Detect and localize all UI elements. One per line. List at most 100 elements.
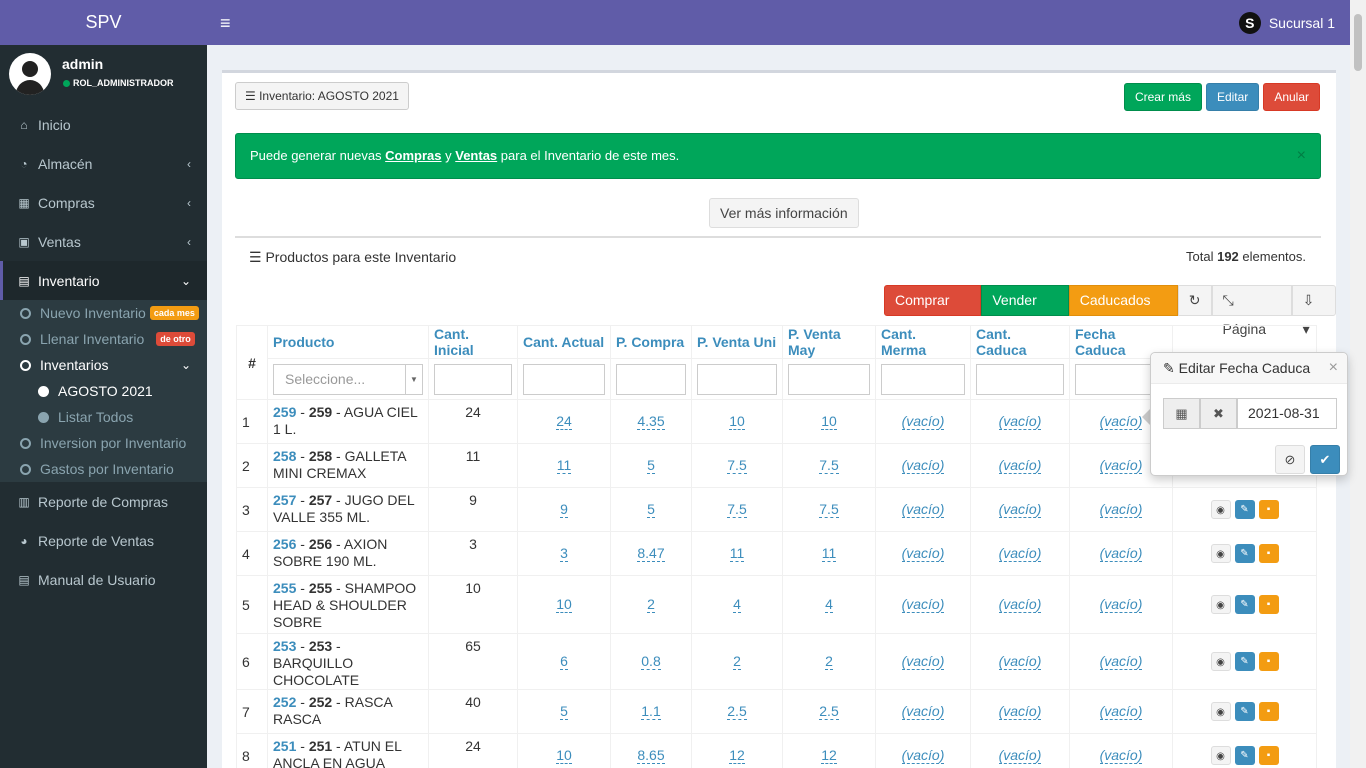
col-cant-actual[interactable]: Cant. Actual xyxy=(517,325,611,359)
sidebar-item-inicio[interactable]: ⌂ Inicio xyxy=(0,105,207,144)
editable-pvu[interactable]: 2 xyxy=(733,654,741,670)
anular-button[interactable]: Anular xyxy=(1263,83,1320,111)
brand-logo[interactable]: SPV xyxy=(0,0,207,45)
compras-link[interactable]: Compras xyxy=(385,148,441,163)
editable-merma[interactable]: (vacío) xyxy=(901,414,945,430)
view-icon[interactable]: ◉ xyxy=(1210,500,1231,519)
edit-icon[interactable]: ✎ xyxy=(1234,746,1255,765)
filter-input[interactable] xyxy=(523,363,605,395)
col-cant-merma[interactable]: Cant. Merma xyxy=(875,325,971,359)
filter-input[interactable] xyxy=(434,363,512,395)
sidebar-item-gastos[interactable]: Gastos por Inventario xyxy=(0,456,207,482)
editable-pvm[interactable]: 7.5 xyxy=(819,458,839,474)
product-link[interactable]: 253 xyxy=(273,638,296,654)
editar-button[interactable]: Editar xyxy=(1205,83,1260,111)
calendar-icon[interactable]: ▦ xyxy=(1163,398,1200,429)
editable-act[interactable]: 10 xyxy=(556,597,572,613)
view-icon[interactable]: ◉ xyxy=(1210,652,1231,671)
edit-icon[interactable]: ✎ xyxy=(1234,595,1255,614)
product-link[interactable]: 251 xyxy=(273,738,296,754)
crear-mas-button[interactable]: Crear más xyxy=(1123,83,1202,111)
sidebar-item-nuevo-inventario[interactable]: Nuevo Inventario cada mes xyxy=(0,300,207,326)
editable-act[interactable]: 3 xyxy=(560,546,568,562)
editable-merma[interactable]: (vacío) xyxy=(901,748,945,764)
editable-merma[interactable]: (vacío) xyxy=(901,546,945,562)
editable-caduca[interactable]: (vacío) xyxy=(998,654,1042,670)
product-link[interactable]: 259 xyxy=(273,404,296,420)
product-link[interactable]: 256 xyxy=(273,536,296,552)
edit-icon[interactable]: ✎ xyxy=(1234,500,1255,519)
editable-pc[interactable]: 5 xyxy=(647,458,655,474)
view-icon[interactable]: ◉ xyxy=(1210,702,1231,721)
producto-filter-select[interactable]: Seleccione... ▼ xyxy=(273,363,423,395)
cart-icon[interactable]: ▪ xyxy=(1258,652,1279,671)
sidebar-item-inventarios[interactable]: Inventarios ⌄ xyxy=(0,352,207,378)
editable-act[interactable]: 5 xyxy=(560,704,568,720)
editable-act[interactable]: 10 xyxy=(556,748,572,764)
editable-pvu[interactable]: 2.5 xyxy=(727,704,747,720)
confirm-button[interactable]: ✔ xyxy=(1310,445,1340,474)
close-icon[interactable]: × xyxy=(1329,359,1338,377)
sidebar-item-manual[interactable]: ▤ Manual de Usuario xyxy=(0,560,207,599)
editable-pvm[interactable]: 7.5 xyxy=(819,502,839,518)
view-icon[interactable]: ◉ xyxy=(1210,544,1231,563)
sidebar-item-ventas[interactable]: ▣ Ventas ‹ xyxy=(0,222,207,261)
editable-fecha[interactable]: (vacío) xyxy=(1099,414,1143,430)
sidebar-item-llenar-inventario[interactable]: Llenar Inventario de otro xyxy=(0,326,207,352)
sidebar-item-reporte-ventas[interactable]: ◕ Reporte de Ventas xyxy=(0,521,207,560)
editable-pc[interactable]: 8.47 xyxy=(637,546,665,562)
edit-icon[interactable]: ✎ xyxy=(1234,544,1255,563)
col-p-compra[interactable]: P. Compra xyxy=(610,325,692,359)
cancel-button[interactable]: ⊘ xyxy=(1275,445,1305,474)
product-link[interactable]: 258 xyxy=(273,448,296,464)
editable-act[interactable]: 9 xyxy=(560,502,568,518)
filter-input[interactable] xyxy=(788,363,870,395)
col-p-venta-may[interactable]: P. Venta May xyxy=(782,325,876,359)
filter-input[interactable] xyxy=(881,363,965,395)
editable-pvm[interactable]: 11 xyxy=(821,546,837,562)
editable-merma[interactable]: (vacío) xyxy=(901,654,945,670)
editable-merma[interactable]: (vacío) xyxy=(901,597,945,613)
editable-caduca[interactable]: (vacío) xyxy=(998,458,1042,474)
filter-input[interactable] xyxy=(697,363,777,395)
sidebar-item-agosto-2021[interactable]: AGOSTO 2021 xyxy=(0,378,207,404)
comprar-button[interactable]: Comprar 🛒︎ xyxy=(884,285,982,337)
editable-pvm[interactable]: 2.5 xyxy=(819,704,839,720)
editable-caduca[interactable]: (vacío) xyxy=(998,546,1042,562)
editable-pvm[interactable]: 2 xyxy=(825,654,833,670)
more-info-button[interactable]: Ver más información xyxy=(709,198,859,228)
editable-fecha[interactable]: (vacío) xyxy=(1099,458,1143,474)
editable-fecha[interactable]: (vacío) xyxy=(1099,546,1143,562)
editable-pvm[interactable]: 12 xyxy=(821,748,837,764)
cart-icon[interactable]: ▪ xyxy=(1258,544,1279,563)
editable-pc[interactable]: 0.8 xyxy=(641,654,661,670)
product-link[interactable]: 252 xyxy=(273,694,296,710)
editable-pc[interactable]: 4.35 xyxy=(637,414,665,430)
product-link[interactable]: 255 xyxy=(273,580,296,596)
editable-pvu[interactable]: 12 xyxy=(729,748,745,764)
scrollbar-thumb[interactable] xyxy=(1354,14,1362,71)
editable-caduca[interactable]: (vacío) xyxy=(998,414,1042,430)
editable-act[interactable]: 11 xyxy=(556,458,572,474)
col-producto[interactable]: Producto xyxy=(267,325,429,359)
editable-pvm[interactable]: 4 xyxy=(825,597,833,613)
vender-button[interactable]: Vender 🛒︎ xyxy=(981,285,1069,337)
cart-icon[interactable]: ▪ xyxy=(1258,702,1279,721)
editable-pc[interactable]: 1.1 xyxy=(641,704,661,720)
cart-icon[interactable]: ▪ xyxy=(1258,595,1279,614)
editable-fecha[interactable]: (vacío) xyxy=(1099,654,1143,670)
editable-pc[interactable]: 2 xyxy=(647,597,655,613)
editable-pc[interactable]: 8.65 xyxy=(637,748,665,764)
editable-pvm[interactable]: 10 xyxy=(821,414,837,430)
col-cant-caduca[interactable]: Cant. Caduca xyxy=(970,325,1070,359)
sidebar-item-inversion[interactable]: Inversion por Inventario xyxy=(0,430,207,456)
editable-pvu[interactable]: 4 xyxy=(733,597,741,613)
editable-fecha[interactable]: (vacío) xyxy=(1099,704,1143,720)
close-icon[interactable]: × xyxy=(1297,147,1306,165)
sidebar-item-almacen[interactable]: ◔ Almacén ‹ xyxy=(0,144,207,183)
hamburger-icon[interactable]: ≡ xyxy=(220,13,231,34)
branch-menu[interactable]: S Sucursal 1 xyxy=(1238,12,1335,34)
editable-pvu[interactable]: 7.5 xyxy=(727,458,747,474)
filter-input[interactable] xyxy=(616,363,686,395)
editable-pc[interactable]: 5 xyxy=(647,502,655,518)
